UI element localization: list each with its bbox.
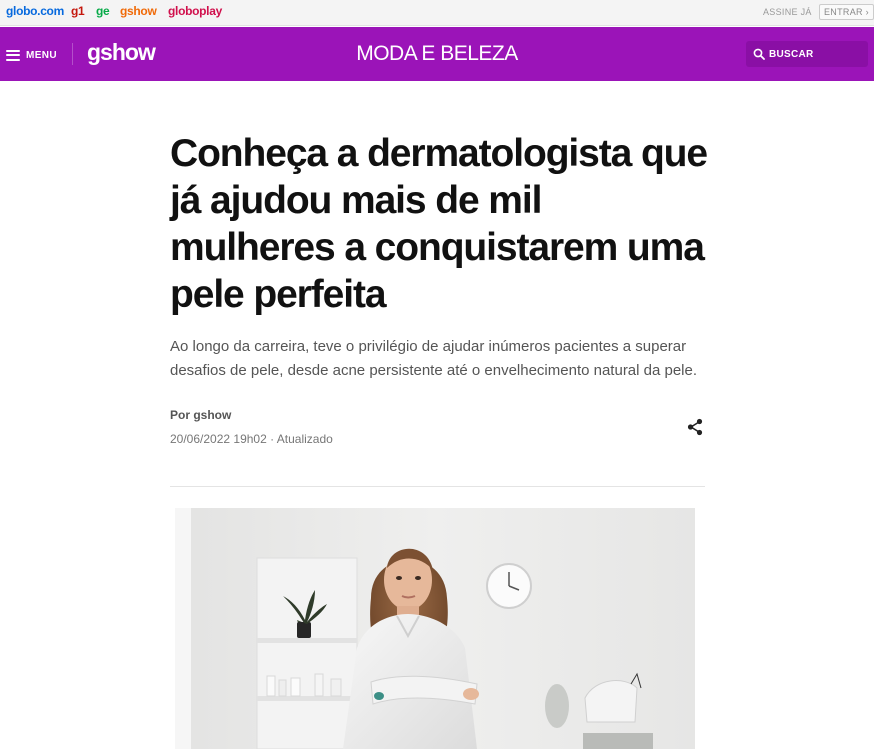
article-subtitle: Ao longo da carreira, teve o privilégio … [170,338,698,379]
brand-link-globoplay[interactable]: globoplay [168,4,222,18]
menu-button[interactable]: MENU [6,47,57,63]
section-title[interactable]: MODA E BELEZA [320,42,554,66]
brand-link-globo[interactable]: globo.com [6,4,64,18]
login-button[interactable]: ENTRAR › [819,4,874,20]
article-byline: Por gshow [170,408,232,422]
divider-line [170,486,705,487]
article-date: 20/06/2022 19h02 · Atualizado [170,432,333,446]
article-headline: Conheça a dermatologista que já ajudou m… [170,132,708,316]
gshow-logo[interactable]: gshow [87,39,156,66]
header-divider [72,43,73,65]
brand-link-ge[interactable]: ge [96,4,110,18]
menu-label: MENU [26,49,58,61]
search-icon [753,48,765,60]
share-icon[interactable] [685,417,705,437]
doctor-photo-illustration [175,508,695,749]
subscribe-link[interactable]: ASSINE JÁ [763,7,812,17]
globo-topbar: globo.com g1 ge gshow globoplay ASSINE J… [0,0,874,26]
search-label: BUSCAR [769,48,814,60]
brand-link-g1[interactable]: g1 [71,4,85,18]
hamburger-icon [6,49,20,61]
brand-link-gshow[interactable]: gshow [120,4,157,18]
search-button[interactable]: BUSCAR [746,41,868,67]
site-header: MENU gshow MODA E BELEZA BUSCAR [0,27,874,81]
article-photo [175,508,695,749]
